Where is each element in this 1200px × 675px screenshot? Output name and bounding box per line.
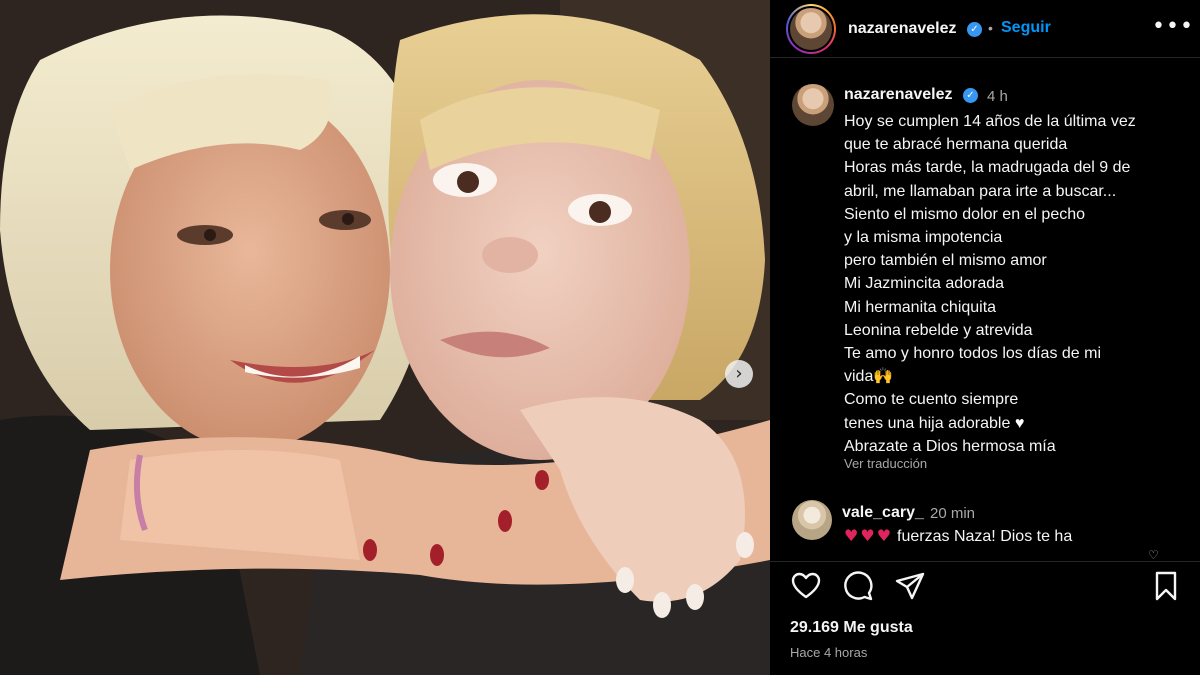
post-side-panel: nazarenavelez ✓ • Seguir ••• nazarenavel… [770,0,1200,675]
like-count[interactable]: 29.169 Me gusta [790,619,913,637]
caption-line-text: tenes una hija adorable [844,414,1011,432]
red-hearts-emoji: ♥♥♥ [844,526,894,545]
action-bar [770,570,1200,606]
photo-illustration [0,0,770,675]
caption-line: Mi Jazmincita adorada [844,275,1005,293]
caption-line: Te amo y honro todos los días de mi [844,345,1102,363]
more-options-icon[interactable]: ••• [1152,14,1194,39]
next-photo-button[interactable]: › [725,360,753,388]
author-username[interactable]: nazarenavelez [848,20,957,38]
verified-badge-icon: ✓ [967,22,982,37]
author-avatar[interactable] [786,4,836,54]
caption-line: Siento el mismo dolor en el pecho [844,205,1086,223]
caption-line: que te abracé hermana querida [844,136,1068,154]
white-heart-icon: ♥ [1014,414,1025,432]
caption-line: Mi hermanita chiquita [844,298,997,316]
caption-timestamp[interactable]: 4 h [987,88,1008,105]
caption-line: abril, me llamaban para irte a buscar... [844,182,1117,200]
caption-username[interactable]: nazarenavelez [844,86,953,104]
caption-author-avatar[interactable] [792,84,834,126]
comment-like-icon[interactable]: ♡ [1148,548,1159,562]
comments-scroll-edge [770,546,1200,562]
commenter-avatar[interactable] [792,500,832,540]
caption-line: vida🙌 [844,368,894,386]
follow-button[interactable]: Seguir [1001,19,1051,37]
caption-line: Horas más tarde, la madrugada del 9 de [844,159,1131,177]
comment-icon[interactable] [842,570,874,602]
caption-line: Hoy se cumplen 14 años de la última vez [844,113,1136,130]
caption-text: Hoy se cumplen 14 años de la última vez … [844,110,1184,458]
bookmark-icon[interactable] [1150,570,1182,602]
caption-line: tenes una hija adorable ♥ [844,412,1184,435]
caption-line: y la misma impotencia [844,229,1003,247]
post-header: nazarenavelez ✓ • Seguir ••• [770,0,1200,58]
caption-line: Como te cuento siempre [844,391,1019,409]
post-age[interactable]: Hace 4 horas [790,645,867,660]
share-icon[interactable] [894,570,926,602]
post-photo: › [0,0,770,675]
caption-line: Abrazate a Dios hermosa mía [844,437,1056,455]
caption-line: Leonina rebelde y atrevida [844,321,1033,339]
comment-body: fuerzas Naza! Dios te ha [897,528,1073,545]
separator-dot: • [988,20,993,36]
verified-badge-icon: ✓ [963,88,978,103]
comment-text: ♥♥♥ fuerzas Naza! Dios te ha [844,526,1072,546]
comment-timestamp[interactable]: 20 min [930,505,975,522]
see-translation-link[interactable]: Ver traducción [844,456,927,471]
heart-icon[interactable] [790,570,822,602]
caption-line: pero también el mismo amor [844,252,1047,270]
comment-username[interactable]: vale_cary_ [842,504,924,522]
